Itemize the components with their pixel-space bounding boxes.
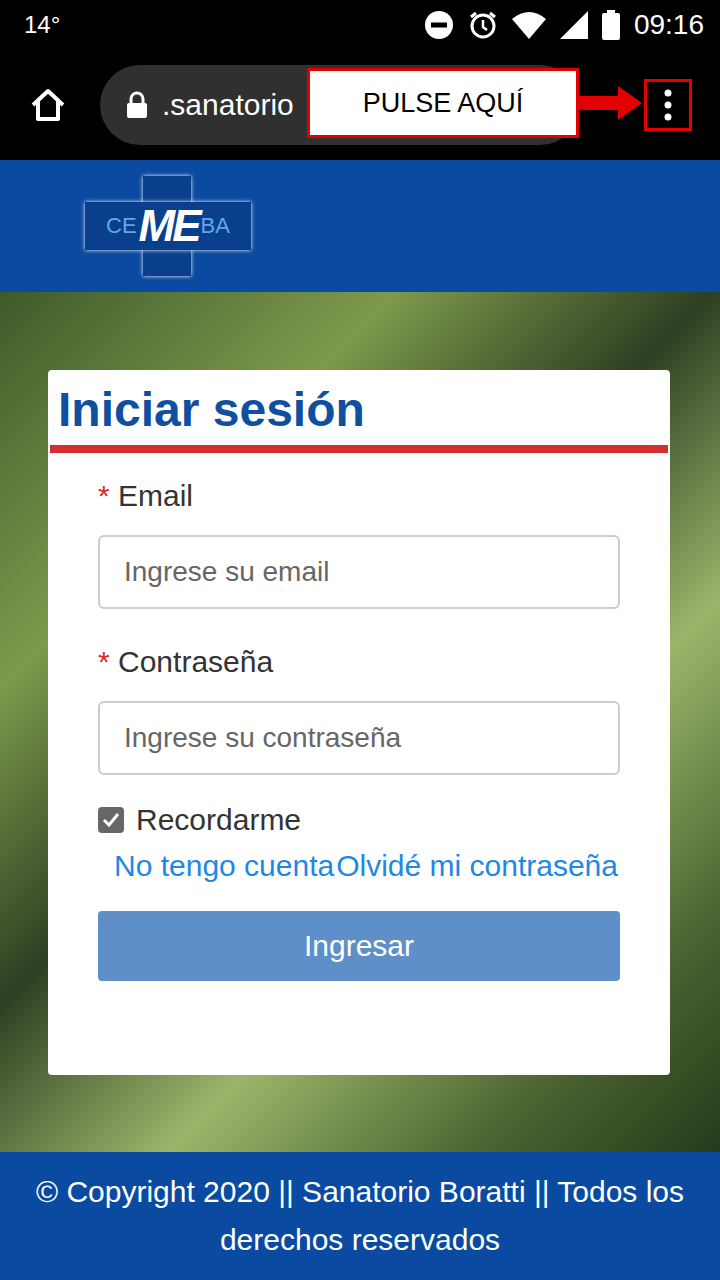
logo-right: BA	[201, 213, 230, 239]
login-form: * Email * Contraseña Recordarme No tengo…	[48, 453, 670, 981]
arrow-icon	[578, 86, 642, 120]
do-not-disturb-icon	[424, 10, 454, 40]
logo-left: CE	[106, 213, 137, 239]
background-photo: Iniciar sesión * Email * Contraseña Reco…	[0, 292, 720, 1152]
field-label: * Email	[98, 479, 620, 513]
remember-checkbox[interactable]	[98, 807, 124, 833]
home-icon[interactable]	[28, 85, 68, 125]
alarm-icon	[468, 10, 498, 40]
screen: 14° 09:16 .sanatorio PULSE AQUÍ CE ME BA…	[0, 0, 720, 1280]
browser-toolbar: .sanatorio PULSE AQUÍ	[0, 50, 720, 160]
text-input[interactable]	[98, 535, 620, 609]
form-field: * Contraseña	[98, 645, 620, 775]
copyright: © Copyright 2020 || Sanatorio Boratti ||…	[30, 1168, 690, 1264]
submit-button[interactable]: Ingresar	[98, 911, 620, 981]
login-title: Iniciar sesión	[48, 370, 670, 445]
title-divider	[50, 445, 668, 453]
remember-row[interactable]: Recordarme	[98, 803, 620, 837]
link[interactable]: Olvidé mi contraseña	[336, 845, 618, 887]
callout: PULSE AQUÍ	[307, 68, 579, 138]
signal-icon	[560, 11, 588, 39]
url-text: .sanatorio	[162, 88, 294, 122]
status-icons: 09:16	[424, 9, 704, 41]
battery-icon	[602, 10, 620, 40]
form-field: * Email	[98, 479, 620, 609]
logo-middle: ME	[139, 201, 199, 251]
link[interactable]: No tengo cuenta	[114, 845, 334, 887]
text-input[interactable]	[98, 701, 620, 775]
more-vert-icon	[663, 88, 673, 122]
logo[interactable]: CE ME BA	[85, 176, 251, 276]
login-card: Iniciar sesión * Email * Contraseña Reco…	[48, 370, 670, 1075]
status-bar: 14° 09:16	[0, 0, 720, 50]
check-icon	[101, 810, 121, 830]
required-mark: *	[98, 479, 110, 512]
links: No tengo cuentaOlvidé mi contraseña	[98, 845, 620, 887]
menu-button[interactable]	[644, 79, 692, 131]
footer: © Copyright 2020 || Sanatorio Boratti ||…	[0, 1152, 720, 1280]
required-mark: *	[98, 645, 110, 678]
site-header: CE ME BA	[0, 160, 720, 292]
wifi-icon	[512, 11, 546, 39]
remember-label: Recordarme	[136, 803, 301, 837]
field-label: * Contraseña	[98, 645, 620, 679]
temperature: 14°	[24, 11, 60, 39]
clock: 09:16	[634, 9, 704, 41]
logo-text: CE ME BA	[85, 202, 251, 250]
lock-icon	[126, 91, 148, 119]
